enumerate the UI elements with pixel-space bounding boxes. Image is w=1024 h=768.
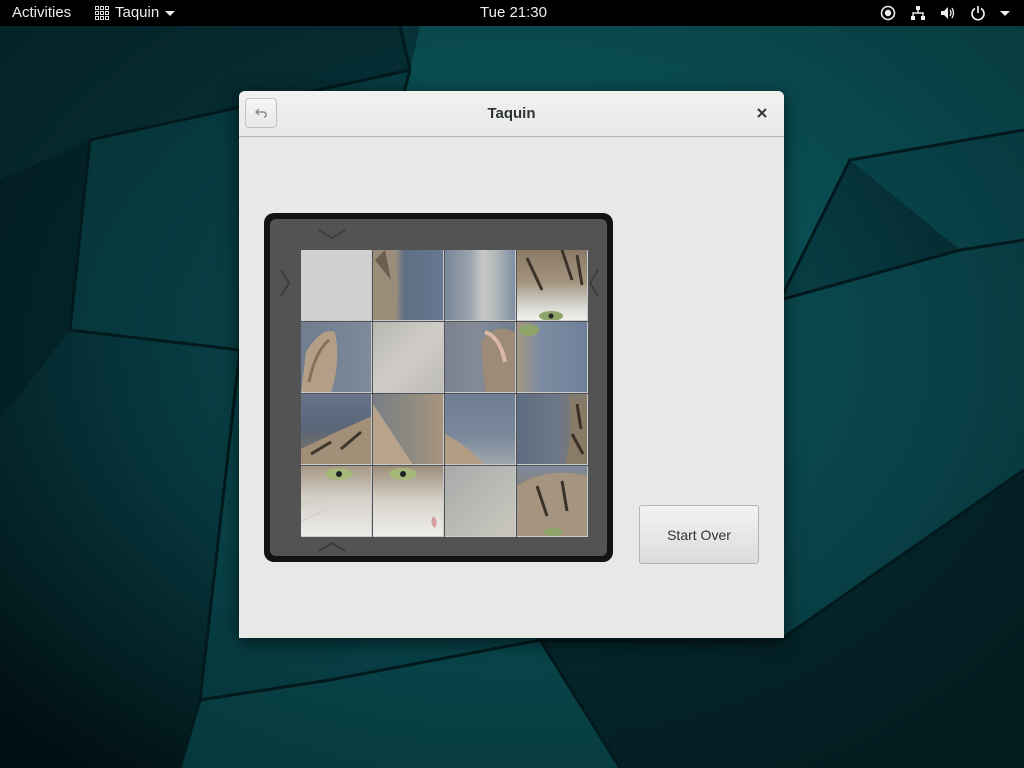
window-title: Taquin xyxy=(487,105,536,122)
puzzle-tile[interactable] xyxy=(301,394,372,465)
puzzle-tile[interactable] xyxy=(517,250,588,321)
header-bar: Taquin xyxy=(239,91,784,137)
puzzle-tile[interactable] xyxy=(517,466,588,537)
volume-icon[interactable] xyxy=(940,5,956,21)
start-over-button[interactable]: Start Over xyxy=(639,505,759,564)
app-menu-label: Taquin xyxy=(115,4,160,21)
accessibility-icon[interactable] xyxy=(880,5,896,21)
taquin-window: Taquin Start Over xyxy=(239,91,784,638)
puzzle-tile[interactable] xyxy=(445,250,516,321)
puzzle-tile[interactable] xyxy=(517,322,588,393)
puzzle-tile[interactable] xyxy=(373,250,444,321)
puzzle-tile[interactable] xyxy=(445,394,516,465)
puzzle-grid xyxy=(301,250,588,537)
puzzle-tile[interactable] xyxy=(445,322,516,393)
app-menu[interactable]: Taquin xyxy=(95,0,176,26)
clock[interactable]: Tue 21:30 xyxy=(480,0,547,26)
puzzle-tile[interactable] xyxy=(373,394,444,465)
top-bar: Activities Taquin Tue 21:30 xyxy=(0,0,1024,26)
system-menu-caret-icon[interactable] xyxy=(1000,10,1010,16)
power-icon[interactable] xyxy=(970,5,986,21)
puzzle-tile[interactable] xyxy=(445,466,516,537)
puzzle-tile[interactable] xyxy=(301,466,372,537)
puzzle-tile[interactable] xyxy=(301,322,372,393)
chevron-down-icon xyxy=(165,10,176,16)
close-button[interactable] xyxy=(752,103,772,123)
network-icon[interactable] xyxy=(910,5,926,21)
chevron-right-icon[interactable] xyxy=(279,268,291,298)
puzzle-tile-empty xyxy=(301,250,372,321)
activities-button[interactable]: Activities xyxy=(12,0,71,26)
puzzle-board xyxy=(264,213,613,562)
system-tray[interactable] xyxy=(880,0,1010,26)
close-icon xyxy=(757,108,767,118)
puzzle-tile[interactable] xyxy=(517,394,588,465)
puzzle-tile[interactable] xyxy=(373,322,444,393)
puzzle-tile[interactable] xyxy=(373,466,444,537)
chevron-down-icon[interactable] xyxy=(317,228,347,240)
chevron-up-icon[interactable] xyxy=(317,541,347,553)
puzzle-board-inner xyxy=(270,219,607,556)
app-grid-icon xyxy=(95,6,109,20)
chevron-left-icon[interactable] xyxy=(588,268,600,298)
